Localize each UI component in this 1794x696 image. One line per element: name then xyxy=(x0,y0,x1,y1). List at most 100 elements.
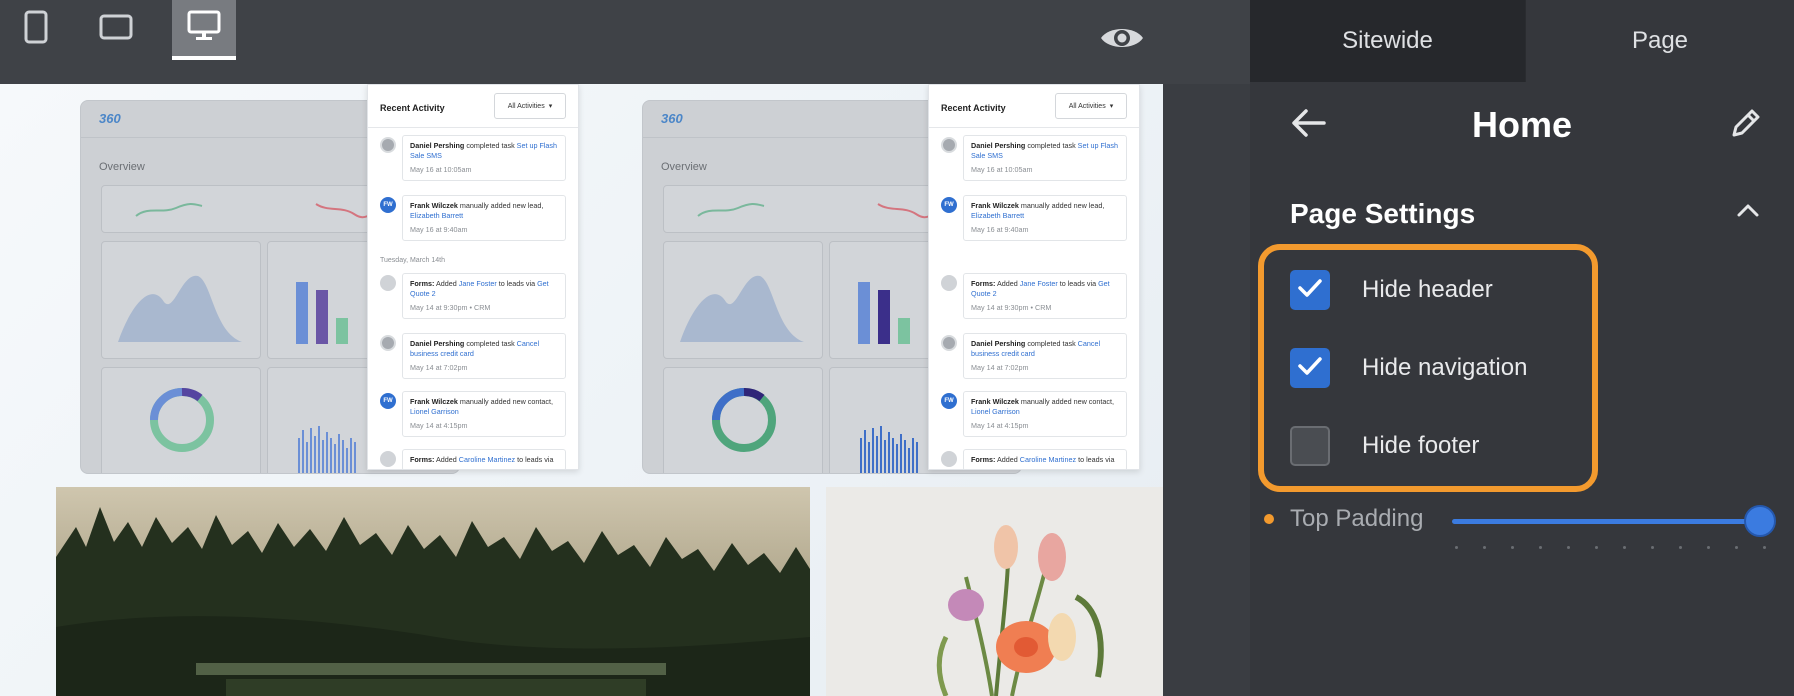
activity-text: completed task xyxy=(464,339,517,348)
activity-link[interactable]: Jane Foster xyxy=(1020,279,1058,288)
activity-time: May 16 at 9:40am xyxy=(971,225,1029,234)
activity-text: manually added new contact, xyxy=(1018,397,1114,406)
activity-item[interactable]: Daniel Pershing completed task Cancel bu… xyxy=(963,333,1127,379)
actor-name: Forms: xyxy=(971,279,996,288)
activity-text: completed task xyxy=(1025,141,1078,150)
activity-link[interactable]: Lionel Garrison xyxy=(971,407,1020,416)
activity-item[interactable]: Forms: Added Jane Foster to leads via Ge… xyxy=(402,273,566,319)
avatar-initials: FW xyxy=(944,202,954,208)
settings-sidebar: Sitewide Page Home Page Settings Hide he… xyxy=(1250,0,1794,696)
activity-time: May 16 at 10:05am xyxy=(971,165,1033,174)
actor-name: Daniel Pershing xyxy=(410,141,465,150)
actor-name: Frank Wilczek xyxy=(971,397,1019,406)
avatar xyxy=(941,451,957,467)
activity-link[interactable]: Lionel Garrison xyxy=(410,407,459,416)
overview-label: Overview xyxy=(99,161,145,173)
activity-item[interactable]: Daniel Pershing completed task Set up Fl… xyxy=(963,135,1127,181)
mobile-view-button[interactable] xyxy=(4,0,68,58)
avatar: FW xyxy=(941,393,957,409)
tablet-device-icon xyxy=(99,14,133,45)
donut-chart-tile xyxy=(663,367,823,473)
activity-text: to leads via xyxy=(1076,455,1115,464)
slider-tick xyxy=(1623,546,1626,549)
caret-down-icon: ▾ xyxy=(548,103,553,110)
activity-item[interactable]: Daniel Pershing completed task Cancel bu… xyxy=(402,333,566,379)
checkbox-label: Hide footer xyxy=(1362,432,1480,459)
preview-button[interactable] xyxy=(1092,18,1152,62)
activity-item[interactable]: Frank Wilczek manually added new lead, E… xyxy=(963,195,1127,241)
avatar: FW xyxy=(941,197,957,213)
tab-page[interactable]: Page xyxy=(1525,0,1794,82)
section-title: Page Settings xyxy=(1290,198,1476,229)
panel-title: Recent Activity xyxy=(380,103,445,113)
activity-item[interactable]: Frank Wilczek manually added new lead, E… xyxy=(402,195,566,241)
tablet-view-button[interactable] xyxy=(84,0,148,58)
recent-activity-panel: Recent Activity All Activities ▾ Daniel … xyxy=(367,84,579,470)
donut-chart xyxy=(150,388,214,452)
donut-chart xyxy=(712,388,776,452)
activity-item[interactable]: Forms: Added Caroline Martinez to leads … xyxy=(402,449,566,469)
top-padding-slider-track[interactable] xyxy=(1452,519,1760,524)
avatar xyxy=(941,335,957,351)
day-label: Tuesday, March 14th xyxy=(380,257,445,264)
slider-tick xyxy=(1567,546,1570,549)
activity-time: May 16 at 9:40am xyxy=(410,225,468,234)
back-button[interactable] xyxy=(1286,103,1330,147)
divider xyxy=(368,127,578,128)
slider-tick xyxy=(1735,546,1738,549)
device-toolbar xyxy=(0,0,1250,84)
page-title: Home xyxy=(1471,104,1573,145)
activity-text: to leads via xyxy=(1057,279,1099,288)
checkmark-icon xyxy=(1297,356,1323,381)
activity-text: completed task xyxy=(464,141,517,150)
slider-tick xyxy=(1539,546,1542,549)
filter-label: All Activities xyxy=(1068,102,1106,110)
activity-item[interactable]: Forms: Added Caroline Martinez to leads … xyxy=(963,449,1127,469)
activity-filter-dropdown[interactable]: All Activities ▾ xyxy=(494,93,566,119)
checkbox-label: Hide navigation xyxy=(1362,354,1528,381)
checkbox[interactable] xyxy=(1290,348,1330,388)
activity-link[interactable]: Jane Foster xyxy=(459,279,497,288)
actor-name: Daniel Pershing xyxy=(971,141,1026,150)
checkbox[interactable] xyxy=(1290,270,1330,310)
hide-footer-option[interactable]: Hide footer xyxy=(1290,426,1479,466)
avatar: FW xyxy=(380,197,396,213)
edit-page-button[interactable] xyxy=(1724,103,1768,147)
activity-text: Added xyxy=(434,279,459,288)
area-chart-tile xyxy=(101,241,261,359)
checkbox[interactable] xyxy=(1290,426,1330,466)
brand-logo: 360 xyxy=(99,111,121,126)
avatar xyxy=(941,275,957,291)
activity-link[interactable]: Elizabeth Barrett xyxy=(410,211,463,220)
activity-text: completed task xyxy=(1025,339,1078,348)
avatar-initials: FW xyxy=(383,202,393,208)
activity-item[interactable]: Frank Wilczek manually added new contact… xyxy=(402,391,566,437)
activity-time: May 14 at 9:30pm • CRM xyxy=(971,303,1052,312)
area-chart xyxy=(118,275,242,342)
activity-item[interactable]: Frank Wilczek manually added new contact… xyxy=(963,391,1127,437)
forest-landscape-image xyxy=(56,487,810,696)
modified-indicator-dot xyxy=(1264,514,1274,524)
avatar xyxy=(380,335,396,351)
activity-time: May 14 at 4:15pm xyxy=(410,421,468,430)
tab-sitewide[interactable]: Sitewide xyxy=(1250,0,1525,82)
hide-header-option[interactable]: Hide header xyxy=(1290,270,1493,310)
slider-tick xyxy=(1651,546,1654,549)
hide-navigation-option[interactable]: Hide navigation xyxy=(1290,348,1527,388)
activity-link[interactable]: Elizabeth Barrett xyxy=(971,211,1024,220)
activity-time: May 14 at 9:30pm • CRM xyxy=(410,303,491,312)
checkmark-icon xyxy=(1297,278,1323,303)
activity-link[interactable]: Caroline Martinez xyxy=(1020,455,1076,464)
activity-time: May 16 at 10:05am xyxy=(410,165,472,174)
avatar xyxy=(380,137,396,153)
collapse-section-button[interactable] xyxy=(1732,198,1764,226)
activity-item[interactable]: Daniel Pershing completed task Set up Fl… xyxy=(402,135,566,181)
top-padding-slider-handle[interactable] xyxy=(1744,505,1776,537)
activity-filter-dropdown[interactable]: All Activities ▾ xyxy=(1055,93,1127,119)
activity-item[interactable]: Forms: Added Jane Foster to leads via Ge… xyxy=(963,273,1127,319)
activity-text: Added xyxy=(995,279,1020,288)
page-canvas[interactable]: 360 Overview Recent Activity All Activit… xyxy=(0,84,1163,696)
desktop-view-button[interactable] xyxy=(172,0,236,60)
avatar-initials: FW xyxy=(944,398,954,404)
activity-link[interactable]: Caroline Martinez xyxy=(459,455,515,464)
